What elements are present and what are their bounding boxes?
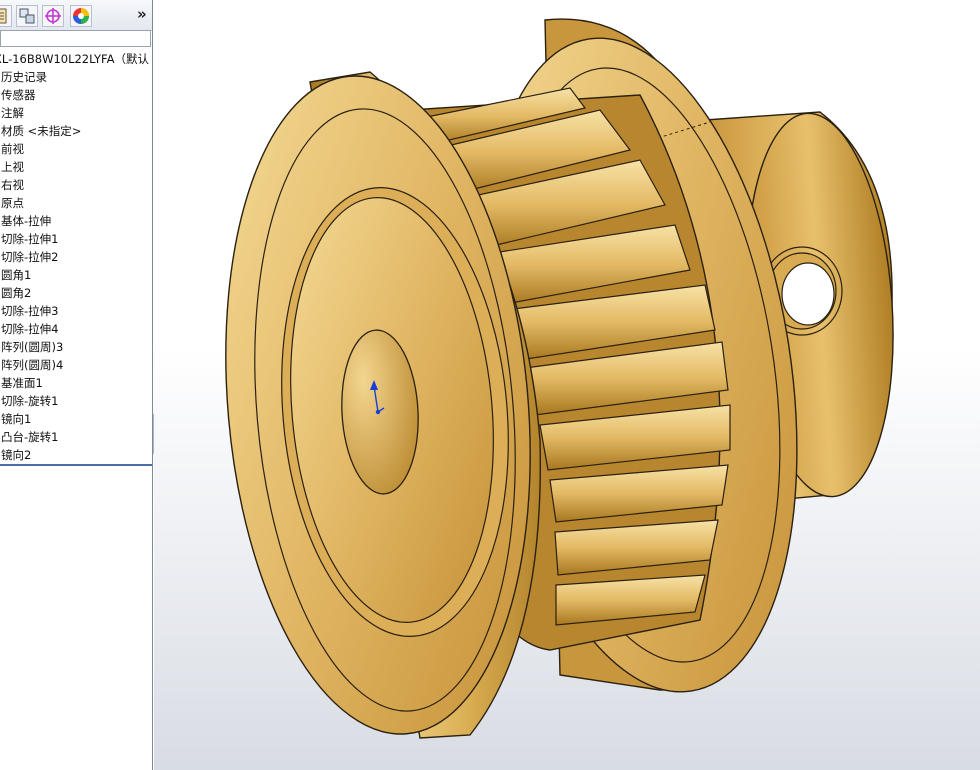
- tree-item-mirror-2[interactable]: 镜向2: [0, 446, 152, 464]
- rollback-bar[interactable]: [0, 464, 152, 466]
- tree-item-sensors[interactable]: 传感器: [0, 86, 152, 104]
- tree-root-part[interactable]: XL-16B8W10L22LYFA（默认: [0, 50, 152, 68]
- tree-item-right-plane[interactable]: 右视: [0, 176, 152, 194]
- tree-item-material[interactable]: 材质 <未指定>: [0, 122, 152, 140]
- tree-item-fillet-1[interactable]: 圆角1: [0, 266, 152, 284]
- tree-item-cut-revolve-1[interactable]: 切除-旋转1: [0, 392, 152, 410]
- property-manager-icon[interactable]: [16, 5, 38, 27]
- feature-manager-icon[interactable]: [0, 5, 12, 27]
- display-manager-icon[interactable]: [70, 5, 92, 27]
- graphics-viewport[interactable]: [154, 0, 980, 770]
- tree-item-history[interactable]: 历史记录: [0, 68, 152, 86]
- tree-item-cut-extrude-2[interactable]: 切除-拉伸2: [0, 248, 152, 266]
- feature-tree: XL-16B8W10L22LYFA（默认 历史记录 传感器 注解 材质 <未指定…: [0, 50, 152, 464]
- tree-item-fillet-2[interactable]: 圆角2: [0, 284, 152, 302]
- tree-item-top-plane[interactable]: 上视: [0, 158, 152, 176]
- configuration-manager-icon[interactable]: [42, 5, 64, 27]
- tree-item-circular-pattern-3[interactable]: 阵列(圆周)3: [0, 338, 152, 356]
- tree-filter-input[interactable]: [0, 30, 151, 47]
- tree-item-cut-extrude-1[interactable]: 切除-拉伸1: [0, 230, 152, 248]
- tree-item-boss-revolve-1[interactable]: 凸台-旋转1: [0, 428, 152, 446]
- tree-item-plane-1[interactable]: 基准面1: [0, 374, 152, 392]
- feature-manager-panel: » XL-16B8W10L22LYFA（默认 历史记录 传感器 注解 材质 <未…: [0, 0, 153, 770]
- tree-item-cut-extrude-3[interactable]: 切除-拉伸3: [0, 302, 152, 320]
- manager-tab-toolbar: »: [0, 0, 152, 31]
- tree-item-front-plane[interactable]: 前视: [0, 140, 152, 158]
- tree-item-annotations[interactable]: 注解: [0, 104, 152, 122]
- tree-item-mirror-1[interactable]: 镜向1: [0, 410, 152, 428]
- tree-item-cut-extrude-4[interactable]: 切除-拉伸4: [0, 320, 152, 338]
- pulley-model[interactable]: [154, 0, 980, 770]
- expand-panel-button[interactable]: »: [137, 5, 147, 23]
- tree-item-base-extrude[interactable]: 基体-拉伸: [0, 212, 152, 230]
- tree-item-circular-pattern-4[interactable]: 阵列(圆周)4: [0, 356, 152, 374]
- tree-item-origin[interactable]: 原点: [0, 194, 152, 212]
